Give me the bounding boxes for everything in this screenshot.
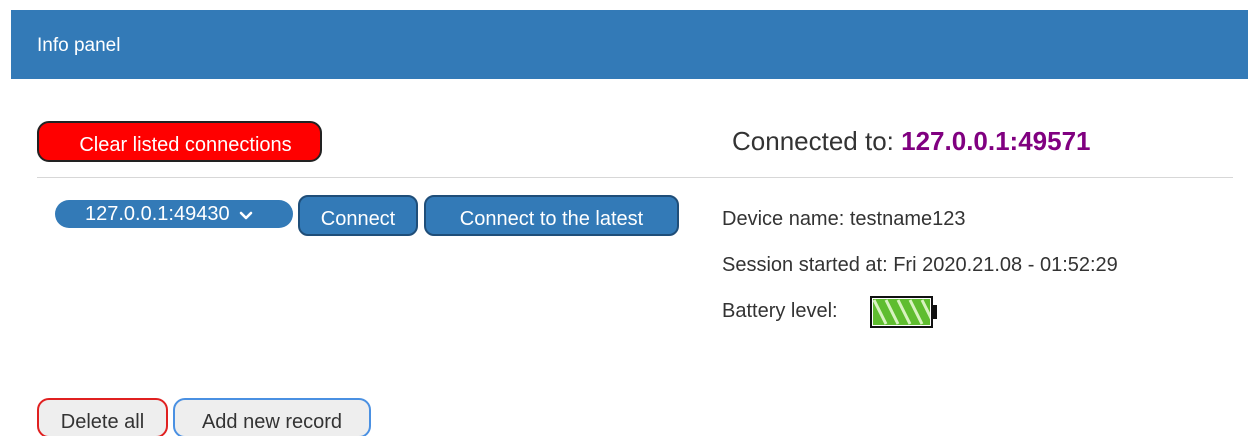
delete-all-button[interactable]: Delete all — [37, 398, 168, 436]
connection-select-value: 127.0.0.1:49430 — [85, 203, 230, 225]
connected-address: 127.0.0.1:49571 — [901, 126, 1091, 156]
session-started: Session started at: Fri 2020.21.08 - 01:… — [722, 254, 1118, 276]
panel-header: Info panel — [11, 10, 1248, 79]
battery-full-icon — [870, 296, 938, 328]
info-panel-page: Info panel Clear listed connections Conn… — [0, 0, 1248, 436]
battery-level-label: Battery level: — [722, 300, 838, 322]
connected-to-prefix: Connected to: — [732, 126, 894, 156]
connect-latest-button[interactable]: Connect to the latest — [424, 195, 679, 236]
chevron-down-icon — [239, 204, 253, 226]
device-name: Device name: testname123 — [722, 208, 966, 230]
connect-button[interactable]: Connect — [298, 195, 418, 236]
add-new-record-button[interactable]: Add new record — [173, 398, 371, 436]
connection-select[interactable]: 127.0.0.1:49430 — [55, 200, 293, 228]
clear-connections-button[interactable]: Clear listed connections — [37, 121, 322, 162]
connected-to-label: Connected to: 127.0.0.1:49571 — [732, 126, 1091, 156]
section-divider — [37, 177, 1233, 178]
panel-title: Info panel — [37, 35, 121, 56]
